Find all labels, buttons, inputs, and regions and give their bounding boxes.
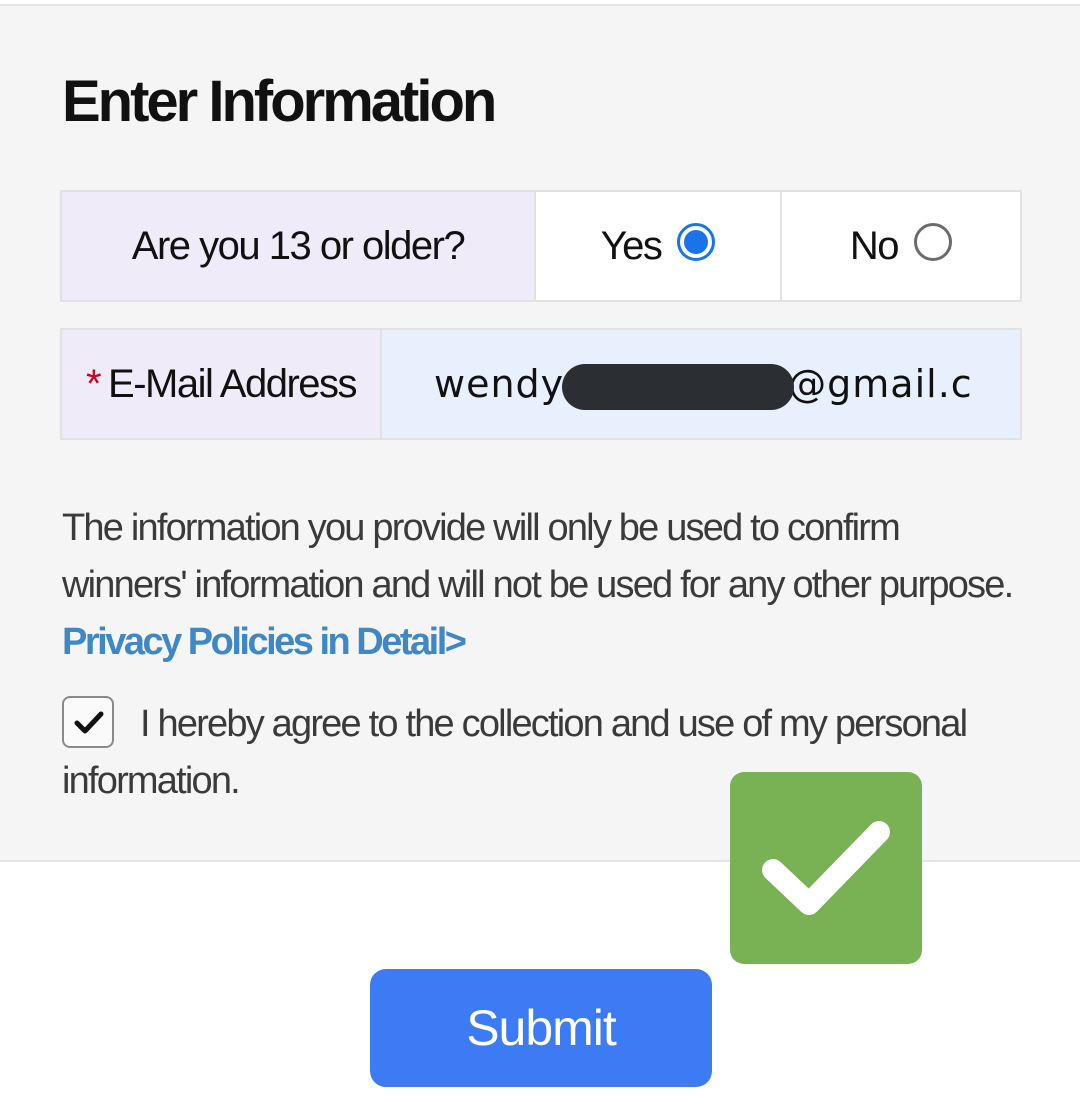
check-icon — [74, 711, 104, 734]
no-radio-button[interactable] — [914, 223, 953, 261]
email-row: * E-Mail Address wendy @gmail.c — [60, 328, 1022, 440]
age-option-no-label: No — [849, 223, 900, 268]
age-option-yes-label: Yes — [600, 223, 663, 268]
privacy-policies-link[interactable]: Privacy Policies in Detail> — [62, 621, 467, 663]
consent-checkbox[interactable] — [62, 695, 114, 748]
age-option-no[interactable]: No — [782, 192, 1020, 300]
page-title: Enter Information — [62, 69, 497, 134]
enter-information-form: Enter Information Are you 13 or older? Y… — [0, 4, 1080, 862]
age-question-label: Are you 13 or older? — [62, 192, 536, 300]
email-value-prefix: wendy — [434, 362, 565, 406]
email-value-suffix: @gmail.c — [788, 362, 973, 406]
age-question-row: Are you 13 or older? Yes No — [60, 190, 1022, 302]
email-field[interactable]: wendy @gmail.c — [382, 330, 1020, 438]
radio-selected-dot — [684, 230, 709, 254]
checkmark-icon — [762, 821, 890, 915]
redaction-bar — [562, 364, 794, 410]
yes-radio-button[interactable] — [677, 223, 716, 261]
email-label: * E-Mail Address — [62, 330, 382, 438]
required-marker: * — [85, 361, 102, 406]
submit-button[interactable]: Submit — [370, 969, 712, 1087]
privacy-notice-text: The information you provide will only be… — [62, 507, 1014, 606]
privacy-notice: The information you provide will only be… — [62, 500, 1022, 671]
email-label-text: E-Mail Address — [108, 361, 357, 406]
age-option-yes[interactable]: Yes — [536, 192, 782, 300]
checkmark-badge — [730, 772, 922, 964]
